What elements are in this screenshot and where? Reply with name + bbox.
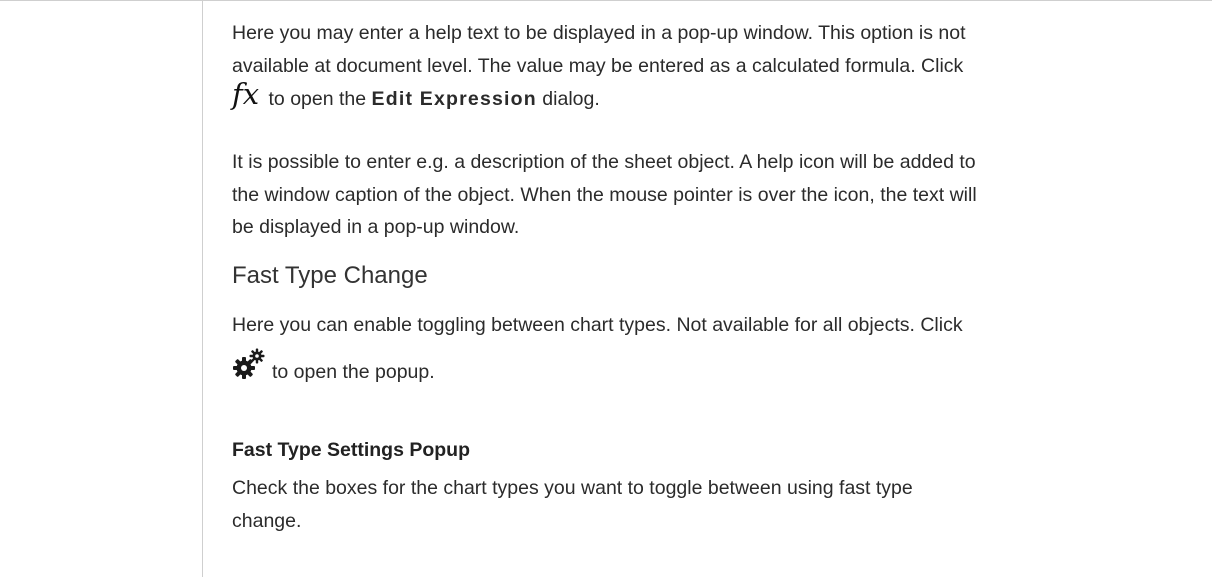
help-text-line-2: available at document level. The value m…: [232, 54, 964, 77]
table-top-rule: [0, 0, 203, 1]
fx-icon: fx: [232, 77, 260, 111]
description-line-3: be displayed in a pop-up window.: [232, 216, 520, 238]
fast-type-line-2-text: to open the popup.: [272, 361, 435, 383]
property-name-cell: [0, 0, 203, 577]
popup-line-1: Check the boxes for the chart types you …: [232, 477, 913, 499]
help-text-paragraph: Here you may enter a help text to be dis…: [232, 17, 1192, 116]
popup-paragraph: Check the boxes for the chart types you …: [232, 472, 1192, 537]
description-line-1: It is possible to enter e.g. a descripti…: [232, 151, 976, 173]
help-text-line-1: Here you may enter a help text to be dis…: [232, 22, 966, 44]
edit-expression-label: Edit Expression: [371, 88, 537, 110]
description-line-2: the window caption of the object. When t…: [232, 183, 977, 206]
fast-type-paragraph-line-1: Here you can enable toggling between cha…: [232, 314, 963, 336]
property-table: Here you may enter a help text to be dis…: [0, 0, 1212, 577]
fast-type-paragraph-line-2: to open the popup.: [232, 348, 435, 389]
help-text-line-3: fx to open the Edit Expression dialog.: [232, 80, 1192, 116]
gear-icon: [232, 348, 266, 380]
fast-type-change-heading: Fast Type Change: [232, 262, 428, 289]
help-text-line-3-before: to open the: [263, 88, 372, 110]
help-text-line-3-after: dialog.: [536, 88, 600, 110]
help-text-description-paragraph: It is possible to enter e.g. a descripti…: [232, 146, 1192, 244]
fast-type-settings-popup-heading: Fast Type Settings Popup: [232, 439, 470, 461]
popup-line-2: change.: [232, 509, 302, 532]
property-description-cell: Here you may enter a help text to be dis…: [203, 0, 1212, 577]
